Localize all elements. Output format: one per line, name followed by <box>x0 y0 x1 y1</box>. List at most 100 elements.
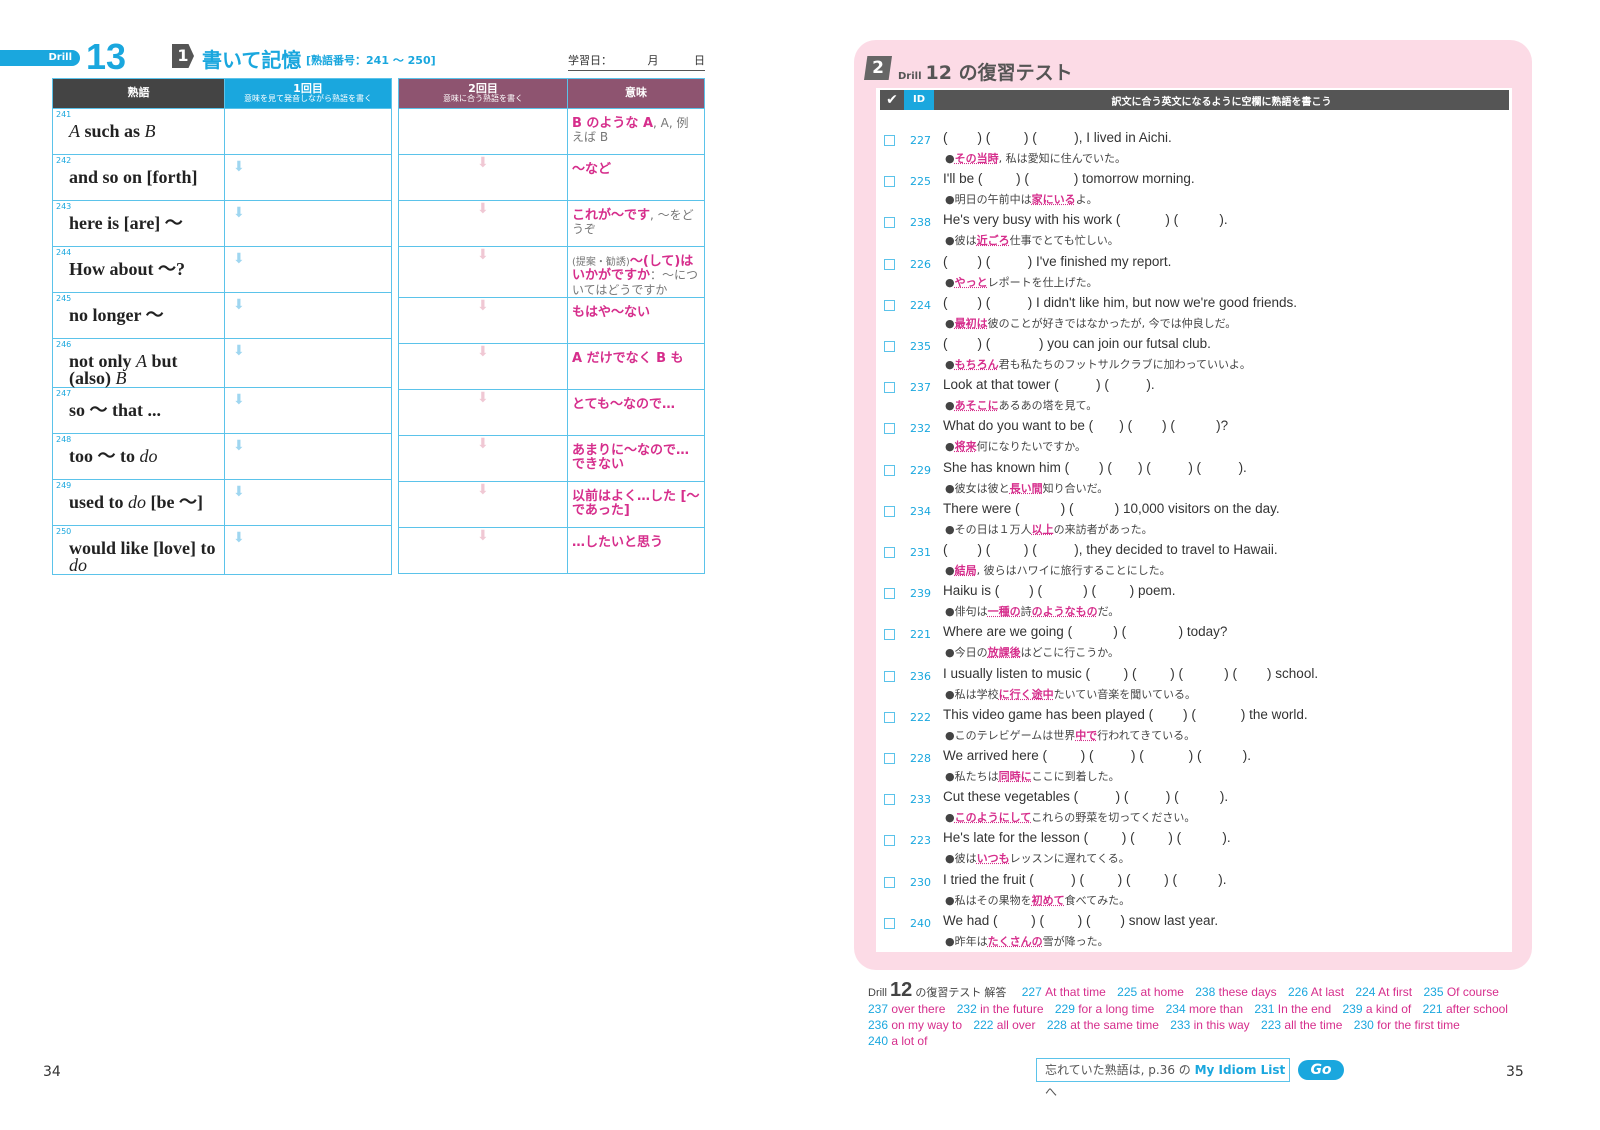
idiom-number: 246 <box>56 340 72 349</box>
japanese-translation: ●あそこにあるあの塔を見て。 <box>945 399 1098 413</box>
review-checkbox[interactable] <box>884 711 895 723</box>
review-checkbox[interactable] <box>884 835 895 847</box>
header-id: ID <box>904 90 934 110</box>
write-first-cell[interactable]: ⬇ <box>224 337 392 389</box>
japanese-translation: ●彼は近ごろ仕事でとても忙しい。 <box>945 234 1119 248</box>
write-second-cell[interactable]: ⬇ <box>398 388 568 436</box>
idiom-text: no longer ～ <box>53 293 224 324</box>
english-sentence: ( ) ( ) I've finished my report. <box>943 253 1172 269</box>
translation-segment: 一種の <box>987 605 1021 619</box>
meaning-row: ⬇ あまりに～なので…できない <box>398 434 705 482</box>
review-checkbox[interactable] <box>884 423 895 435</box>
translation-segment: 中で <box>1075 728 1098 742</box>
header-first: 1回目 意味を見て発音しながら熟語を書く <box>224 78 392 109</box>
write-second-cell[interactable]: ⬇ <box>398 342 568 390</box>
item-id: 222 <box>910 710 931 724</box>
answer-phrase: on my way to <box>891 1018 963 1032</box>
answers-heading: Drill 12 の復習テスト 解答 <box>868 980 1006 1000</box>
arrow-down-icon: ⬇ <box>233 297 245 313</box>
write-second-cell[interactable]: ⬇ <box>398 246 568 298</box>
answer-entry: 238 these days <box>1195 985 1276 999</box>
answer-entry: 227 At that time <box>1022 985 1106 999</box>
japanese-translation: ●このテレビゲームは世界中で行われてきている。 <box>945 728 1196 742</box>
write-first-cell[interactable]: ⬇ <box>224 246 392 293</box>
meaning-text: もはや～ない <box>568 298 704 320</box>
translation-segment: やっと <box>954 275 988 289</box>
write-second-cell[interactable]: ⬇ <box>398 526 568 574</box>
drill-label: Drill <box>0 50 80 66</box>
drill-number: 13 <box>86 36 127 77</box>
write-first-cell[interactable]: ⬇ <box>224 154 392 201</box>
answer-phrase: a lot of <box>891 1034 928 1048</box>
answer-phrase: all over <box>996 1018 1036 1032</box>
review-checkbox[interactable] <box>884 547 895 558</box>
translation-segment: 俳句は <box>954 605 988 619</box>
review-checkbox[interactable] <box>884 299 895 311</box>
review-item: 225 I'll be ( ) ( ) tomorrow morning. ●明日の… <box>884 171 1504 211</box>
japanese-translation: ●今日の放課後はどこに行こうか。 <box>945 646 1120 660</box>
translation-segment: あるあの塔を見て。 <box>998 399 1098 413</box>
translation-segment: 私たちは <box>954 770 999 783</box>
review-checkbox[interactable] <box>884 629 895 641</box>
review-checkbox[interactable] <box>884 464 895 476</box>
my-idiom-list-link[interactable]: 忘れていた熟語は, p.36 の My Idiom List へ <box>1036 1058 1290 1099</box>
review-checkbox[interactable] <box>884 217 895 229</box>
meaning-text: (提案・勧誘)～(して)はいかがですか：～についてはどうですか <box>568 247 704 297</box>
english-sentence: This video game has been played ( ) ( ) … <box>943 706 1308 722</box>
review-checkbox[interactable] <box>884 917 895 929</box>
write-second-cell[interactable]: ⬇ <box>398 154 568 201</box>
write-second-cell[interactable] <box>398 108 568 155</box>
idiom-number: 247 <box>56 389 72 399</box>
write-second-cell[interactable]: ⬇ <box>398 200 568 247</box>
arrow-down-icon: ⬇ <box>477 155 489 171</box>
write-second-cell[interactable]: ⬇ <box>398 480 568 528</box>
write-first-cell[interactable]: ⬇ <box>224 387 392 435</box>
review-checkbox[interactable] <box>884 794 895 806</box>
review-checkbox[interactable] <box>884 382 895 394</box>
meaning-cell: B のような A, A, 例えば B <box>567 108 705 155</box>
go-icon[interactable]: Go <box>1298 1060 1344 1080</box>
mylist-link[interactable]: My Idiom List <box>1195 1063 1286 1077</box>
answer-id: 237 <box>868 1002 889 1016</box>
review-checkbox[interactable] <box>884 876 895 888</box>
review-item: 223 He's late for the lesson ( ) ( ) ( ).… <box>884 830 1504 870</box>
idiom-segment: such as <box>80 121 145 141</box>
translation-segment: 昨年は <box>954 934 988 948</box>
meaning-text: B のような A, A, 例えば B <box>568 109 704 144</box>
item-id: 237 <box>910 381 931 395</box>
meaning-segment: B のような A <box>572 116 654 131</box>
review-checkbox[interactable] <box>884 588 895 600</box>
idiom-cell: 243 here is [are] ～ <box>52 200 225 247</box>
write-first-cell[interactable] <box>224 108 392 155</box>
review-checkbox[interactable] <box>884 135 895 146</box>
translation-segment: 詩 <box>1020 605 1032 619</box>
write-second-cell[interactable]: ⬇ <box>398 434 568 482</box>
meaning-segment: ～など <box>572 162 612 177</box>
answer-phrase: At first <box>1378 985 1413 999</box>
item-id: 232 <box>910 422 931 436</box>
idiom-number: 244 <box>56 248 72 257</box>
item-id: 236 <box>910 669 931 683</box>
item-id: 228 <box>910 752 931 765</box>
write-first-cell[interactable]: ⬇ <box>224 525 392 576</box>
japanese-translation: ●このようにしてこれらの野菜を切ってください。 <box>945 811 1196 825</box>
review-checkbox[interactable] <box>884 258 895 270</box>
answer-entry: 233 in this way <box>1170 1018 1249 1032</box>
review-checkbox[interactable] <box>884 341 895 352</box>
write-second-cell[interactable]: ⬇ <box>398 296 568 344</box>
arrow-down-icon: ⬇ <box>477 343 489 360</box>
write-first-cell[interactable]: ⬇ <box>224 479 392 527</box>
review-checkbox[interactable] <box>884 753 895 764</box>
write-first-cell[interactable]: ⬇ <box>224 433 392 481</box>
idiom-row: 244 How about ～? ⬇ <box>52 246 392 293</box>
review-checkbox[interactable] <box>884 670 895 682</box>
translation-segment: このテレビゲームは世界 <box>954 728 1076 742</box>
review-checkbox[interactable] <box>884 505 895 517</box>
meaning-cell: ～など <box>567 154 705 201</box>
write-first-cell[interactable]: ⬇ <box>224 292 392 339</box>
review-checkbox[interactable] <box>884 176 895 188</box>
write-first-cell[interactable]: ⬇ <box>224 200 392 247</box>
english-sentence: I'll be ( ) ( ) tomorrow morning. <box>943 171 1195 187</box>
item-id: 225 <box>910 175 931 189</box>
translation-segment: 何になりたいですか。 <box>976 440 1087 454</box>
